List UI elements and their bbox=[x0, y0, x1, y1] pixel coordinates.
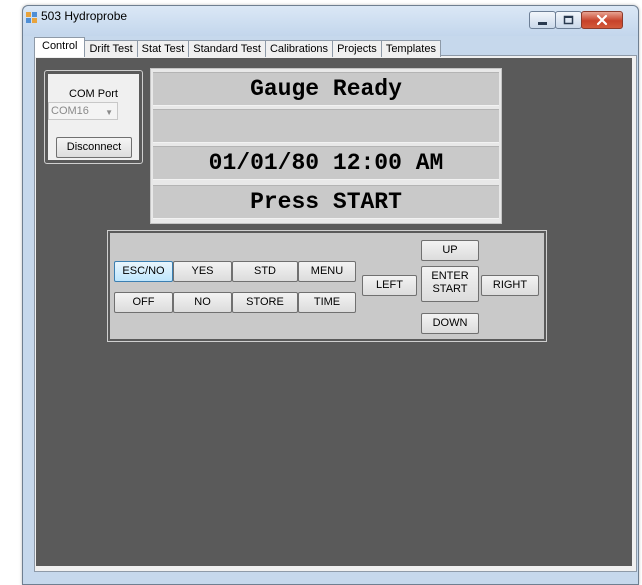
gauge-display: Gauge Ready 01/01/80 12:00 AM Press STAR… bbox=[150, 68, 502, 224]
display-line-2 bbox=[153, 109, 499, 143]
std-button[interactable]: STD bbox=[232, 261, 298, 282]
tab-projects[interactable]: Projects bbox=[332, 40, 382, 57]
keypad-background: ESC/NO YES STD MENU OFF NO STORE TIME LE… bbox=[110, 233, 544, 339]
tab-templates[interactable]: Templates bbox=[380, 40, 441, 57]
tab-standard-test[interactable]: Standard Test bbox=[188, 40, 266, 57]
esc-no-button[interactable]: ESC/NO bbox=[114, 261, 173, 282]
disconnect-button[interactable]: Disconnect bbox=[56, 137, 132, 158]
off-button[interactable]: OFF bbox=[114, 292, 173, 313]
display-line-3: 01/01/80 12:00 AM bbox=[153, 146, 499, 180]
time-button[interactable]: TIME bbox=[298, 292, 356, 313]
minimize-icon bbox=[538, 22, 547, 25]
chevron-down-icon: ▼ bbox=[105, 108, 113, 117]
tab-drift-test[interactable]: Drift Test bbox=[84, 40, 138, 57]
com-port-select[interactable]: COM16 ▼ bbox=[48, 102, 118, 120]
enter-start-button[interactable]: ENTER START bbox=[421, 266, 479, 302]
window-title: 503 Hydroprobe bbox=[41, 9, 128, 23]
display-line-4: Press START bbox=[153, 185, 499, 219]
tab-stat-test[interactable]: Stat Test bbox=[136, 40, 190, 57]
tab-calibrations[interactable]: Calibrations bbox=[264, 40, 334, 57]
menu-button[interactable]: MENU bbox=[298, 261, 356, 282]
no-button[interactable]: NO bbox=[173, 292, 232, 313]
com-port-panel: COM Port COM16 ▼ Disconnect bbox=[48, 74, 139, 160]
com-port-label: COM Port bbox=[69, 88, 118, 100]
minimize-button[interactable] bbox=[529, 11, 556, 29]
keypad-panel: ESC/NO YES STD MENU OFF NO STORE TIME LE… bbox=[107, 230, 547, 342]
enter-label: ENTER bbox=[431, 270, 469, 282]
yes-button[interactable]: YES bbox=[173, 261, 232, 282]
com-port-value: COM16 bbox=[51, 105, 89, 117]
down-button[interactable]: DOWN bbox=[421, 313, 479, 334]
up-button[interactable]: UP bbox=[421, 240, 479, 261]
tab-control[interactable]: Control bbox=[34, 37, 86, 57]
title-bar[interactable]: 503 Hydroprobe bbox=[23, 6, 638, 36]
maximize-icon bbox=[563, 15, 574, 25]
maximize-button[interactable] bbox=[555, 11, 582, 29]
display-line-1: Gauge Ready bbox=[153, 72, 499, 106]
store-button[interactable]: STORE bbox=[232, 292, 298, 313]
left-button[interactable]: LEFT bbox=[362, 275, 417, 296]
close-icon bbox=[596, 14, 608, 26]
start-label: START bbox=[432, 283, 468, 295]
close-button[interactable] bbox=[581, 11, 623, 29]
right-button[interactable]: RIGHT bbox=[481, 275, 539, 296]
app-icon bbox=[26, 12, 37, 23]
com-port-group: COM Port COM16 ▼ Disconnect bbox=[44, 70, 143, 164]
tab-strip: Control Drift Test Stat Test Standard Te… bbox=[34, 37, 441, 57]
